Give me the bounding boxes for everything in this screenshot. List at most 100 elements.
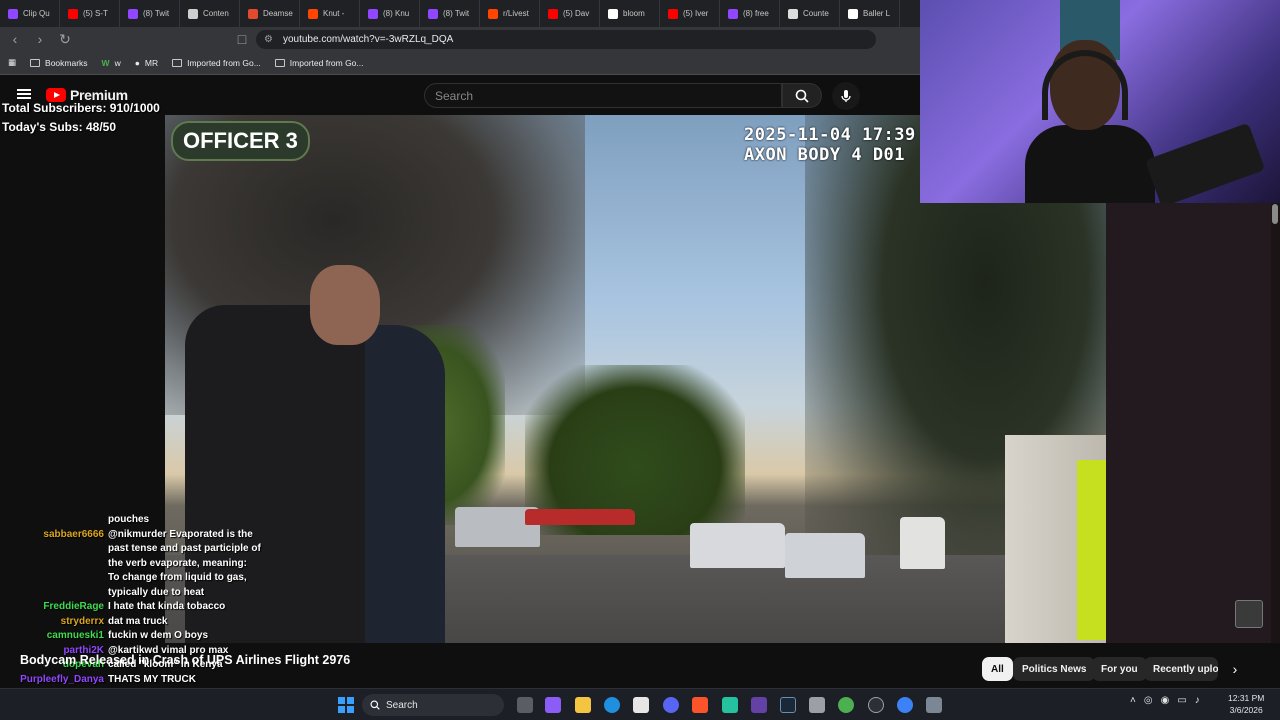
page-icon [188,8,198,19]
reload-icon[interactable]: ↻ [55,29,75,49]
streamer-webcam [920,0,1280,203]
discord-icon[interactable] [663,697,679,713]
chip-politics-news[interactable]: Politics News [1013,657,1096,681]
layers-icon [788,8,798,19]
volume-icon[interactable]: ♪ [1195,695,1200,706]
store-icon[interactable] [633,697,649,713]
chat-username[interactable]: FreddieRage [0,600,104,614]
settings-icon[interactable] [926,697,942,713]
site-info-icon[interactable]: ⚙ [264,34,273,45]
bookmark-icon[interactable]: □ [232,29,252,49]
network-icon[interactable]: ◎ [1144,695,1153,706]
chat-text: fuckin w dem O boys [108,630,209,641]
chat-message: the verb evaporate, meaning: [0,557,247,571]
right-side-panel [1106,203,1280,643]
bookmark-item-imported-1[interactable]: Imported from Go... [172,58,261,68]
browser-tab-label: (8) Twit [143,9,170,18]
chat-username[interactable]: sabbaer6666 [0,528,104,542]
bookmark-item-w[interactable]: Ww [102,58,121,68]
fire-truck [525,509,635,525]
mic-tray-icon[interactable]: ◉ [1161,695,1170,706]
scrollbar[interactable] [1271,203,1280,643]
streamer-shirt [1025,125,1155,203]
x-icon [848,8,858,19]
browser-tab[interactable]: r/Livest [480,0,540,27]
windows-start-icon[interactable] [338,697,354,713]
browser-tab[interactable]: (8) free [720,0,780,27]
menu-icon[interactable] [17,89,31,99]
bookmark-label: w [114,57,121,68]
browser-tab[interactable]: Knut - [300,0,360,27]
windows-taskbar: Search ˄ ◎ ◉ ▭ ♪ 12:31 PM 3/6/2026 [0,688,1280,720]
browser-tab[interactable]: Baller L [840,0,900,27]
browser-tab-label: (8) Twit [443,9,470,18]
video-title: Bodycam Released in Crash of UPS Airline… [20,653,351,667]
youtube-play-icon [46,88,66,102]
scrollbar-thumb[interactable] [1272,204,1278,224]
chart-icon [248,8,258,19]
browser-tab[interactable]: (8) Knu [360,0,420,27]
chip-for-you[interactable]: For you [1092,657,1147,681]
channel-watermark-icon[interactable] [1235,600,1263,628]
display-icon[interactable]: ▭ [1177,695,1186,706]
x-icon [608,8,618,19]
chat-message: typically due to heat [0,586,204,600]
browser-tab[interactable]: (5) S-T [60,0,120,27]
microphone-icon [841,90,851,102]
steam-icon[interactable] [780,697,796,713]
chat-username[interactable]: camnueski1 [0,629,104,643]
calculator-icon[interactable] [809,697,825,713]
app-icon[interactable] [722,697,738,713]
chat-text: the verb evaporate, meaning: [108,557,247,569]
twitch-studio-icon[interactable] [751,697,767,713]
search-placeholder: Search [435,88,474,103]
browser-tab[interactable]: (5) Iver [660,0,720,27]
browser-tab[interactable]: (5) Dav [540,0,600,27]
globe-app-icon[interactable] [897,697,913,713]
apps-icon[interactable]: ▦ [8,57,16,68]
task-view-icon[interactable] [517,697,533,713]
bookmark-item-imported-2[interactable]: Imported from Go... [274,58,364,68]
search-button[interactable] [782,83,822,108]
browser-tab[interactable]: Conten [180,0,240,27]
forward-icon[interactable]: › [30,29,50,49]
chip-recently-uploaded[interactable]: Recently uplo [1144,657,1218,681]
browser-tab[interactable]: (8) Twit [420,0,480,27]
chevron-up-icon[interactable]: ˄ [1130,695,1136,706]
bookmark-label: Bookmarks [45,57,88,68]
voice-search-button[interactable] [832,82,860,110]
streamer [1020,40,1160,203]
brave-icon[interactable] [692,697,708,713]
browser-tab[interactable]: bloom [600,0,660,27]
chat-username[interactable]: stryderrx [0,615,104,629]
browser-tab[interactable]: (8) Twit [120,0,180,27]
chat-text: I hate that kinda tobacco [108,601,226,612]
browser-tab[interactable]: Deamse [240,0,300,27]
taskbar-search[interactable]: Search [362,694,504,716]
file-explorer-icon[interactable] [575,697,591,713]
url-input[interactable]: ⚙ youtube.com/watch?v=-3wRZLq_DQA [256,30,876,49]
bookmark-item-bookmarks[interactable]: Bookmarks [30,58,88,68]
browser-tab-label: Knut - [323,9,345,18]
browser-tab-label: (5) Dav [563,9,590,18]
system-clock[interactable]: 12:31 PM 3/6/2026 [1228,692,1264,716]
back-icon[interactable]: ‹ [5,29,25,49]
youtube-icon [548,8,558,19]
chrome-icon[interactable] [838,697,854,713]
browser-tab[interactable]: Counte [780,0,840,27]
chevron-right-icon[interactable]: › [1226,660,1244,678]
browser-tab[interactable]: Clip Qu [0,0,60,27]
chat-message: camnueski1 fuckin w dem O boys [0,629,208,643]
edge-icon[interactable] [604,697,620,713]
ambulance [900,517,945,569]
bookmark-item-mr[interactable]: ● MR [135,58,158,68]
browser-tab-label: Baller L [863,9,891,18]
police-car [785,533,865,578]
obs-icon[interactable] [868,697,884,713]
taskbar-search-label: Search [386,699,418,711]
chip-all[interactable]: All [982,657,1013,681]
search-icon [795,89,809,103]
chat-username[interactable]: Purpleefly_Danya [0,673,104,687]
search-input[interactable]: Search [424,83,782,108]
copilot-icon[interactable] [545,697,561,713]
